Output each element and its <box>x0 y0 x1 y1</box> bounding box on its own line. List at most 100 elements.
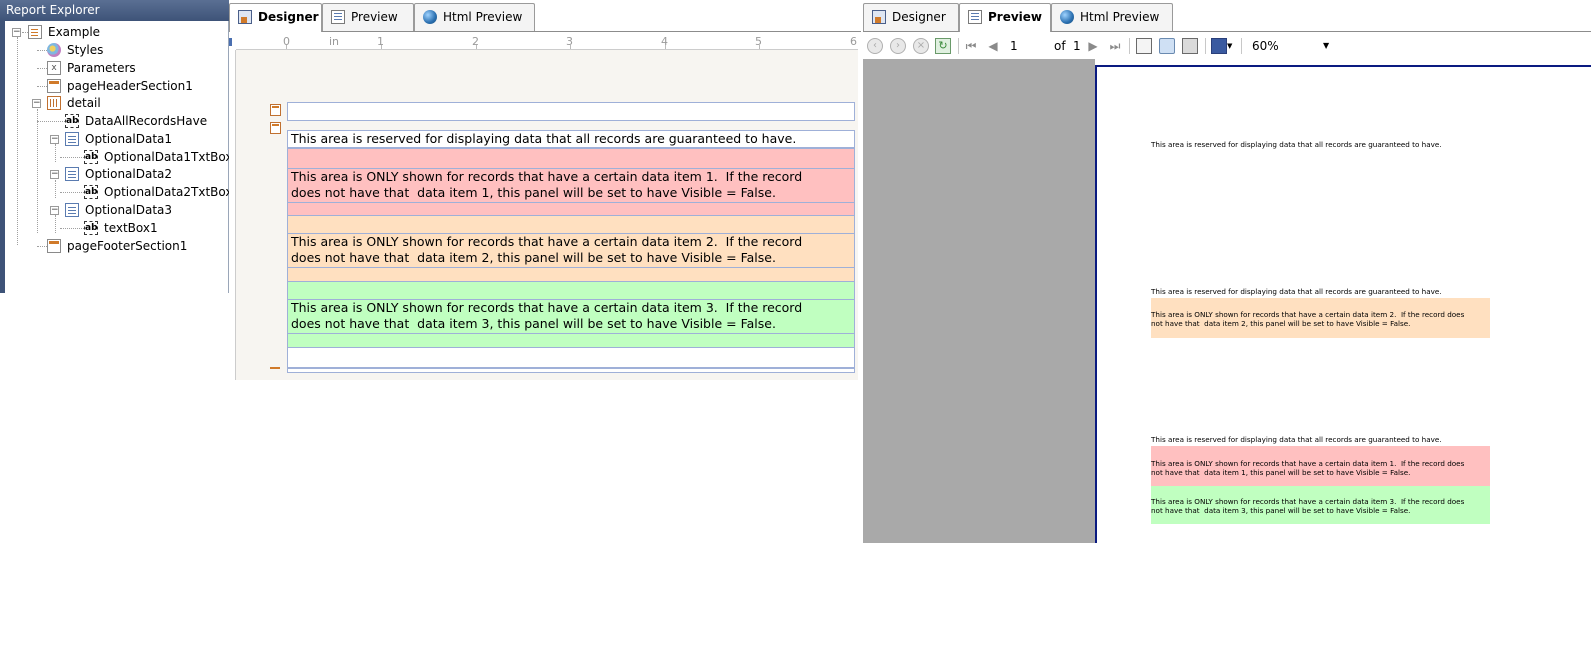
tree-item-label: OptionalData1TxtBox <box>104 150 233 164</box>
ruler-marker[interactable] <box>229 38 232 46</box>
optional-data1-textbox[interactable]: This area is ONLY shown for records that… <box>288 168 854 203</box>
data-all-records-textbox[interactable]: This area is reserved for displaying dat… <box>287 130 855 148</box>
prev-page-icon[interactable]: ◀ <box>985 38 1001 54</box>
detail-section-icon <box>47 96 61 110</box>
preview-toolbar: ‹ › × ↻ ⏮ ◀ ▶ ⏭ ▼ <box>863 33 1591 59</box>
collapse-optionaldata3-icon[interactable]: − <box>50 206 59 215</box>
chevron-down-icon[interactable]: ▼ <box>1323 36 1329 56</box>
textbox-icon: ab <box>84 150 98 164</box>
tree-item-label: Example <box>48 25 101 39</box>
styles-palette-icon <box>47 43 61 57</box>
record1-all-records-text: This area is reserved for displaying dat… <box>1151 140 1442 149</box>
record2-optional2-panel: This area is ONLY shown for records that… <box>1151 298 1490 338</box>
tree-line <box>60 157 84 158</box>
page-number-input[interactable]: 1 <box>1007 37 1047 55</box>
panel-icon <box>65 203 79 217</box>
tree-line <box>55 180 56 198</box>
record3-optional3-text: This area is ONLY shown for records that… <box>1151 497 1467 515</box>
tree-line <box>60 192 84 193</box>
page-header-section-icon[interactable] <box>270 104 281 116</box>
preview-background <box>863 59 1095 543</box>
tree-line <box>37 50 47 51</box>
tree-line <box>55 215 56 233</box>
tab-preview[interactable]: Preview <box>322 3 414 31</box>
book-icon[interactable] <box>1136 38 1152 54</box>
tab-label: Preview <box>988 10 1043 24</box>
page-footer-section-icon <box>47 239 61 253</box>
collapse-example-icon[interactable]: − <box>12 28 21 37</box>
tree-item-label: DataAllRecordsHave <box>85 114 208 128</box>
page-footer-section-icon[interactable] <box>270 367 280 369</box>
optional-data2-textbox[interactable]: This area is ONLY shown for records that… <box>288 233 854 268</box>
preview-icon <box>331 10 345 24</box>
detail-bottom-area[interactable] <box>287 348 855 368</box>
tree-item-label: textBox1 <box>104 221 158 235</box>
tab-designer-right[interactable]: Designer <box>863 3 959 31</box>
tree-item-label: detail <box>67 96 101 110</box>
ruler-number: 6 <box>850 35 857 48</box>
detail-section-icon[interactable] <box>270 122 281 134</box>
textbox-icon: ab <box>65 114 79 128</box>
record3-optional3-panel: This area is ONLY shown for records that… <box>1151 486 1490 524</box>
print-icon[interactable] <box>1182 38 1198 54</box>
ruler-tick <box>665 45 666 49</box>
toolbar-separator <box>958 38 959 54</box>
optional-data3-panel[interactable]: This area is ONLY shown for records that… <box>287 282 855 348</box>
tree-line <box>55 144 56 162</box>
stop-icon[interactable]: × <box>913 38 929 54</box>
globe-icon <box>1060 10 1074 24</box>
optional-data2-panel[interactable]: This area is ONLY shown for records that… <box>287 216 855 282</box>
page-total-label: 1 <box>1073 39 1081 53</box>
first-page-icon[interactable]: ⏮ <box>963 38 979 54</box>
refresh-icon[interactable]: ↻ <box>935 38 951 54</box>
optional-data3-textbox[interactable]: This area is ONLY shown for records that… <box>288 299 854 334</box>
last-page-icon[interactable]: ⏭ <box>1107 38 1123 54</box>
next-page-icon[interactable]: ▶ <box>1085 38 1101 54</box>
toolbar-separator <box>1241 38 1242 54</box>
record2-all-records-text: This area is reserved for displaying dat… <box>1151 287 1442 296</box>
save-icon[interactable] <box>1211 38 1227 54</box>
tab-preview-right[interactable]: Preview <box>959 3 1051 32</box>
tree-line <box>37 121 65 122</box>
back-icon[interactable]: ‹ <box>867 38 883 54</box>
tree-line <box>37 68 47 69</box>
collapse-detail-icon[interactable]: − <box>32 99 41 108</box>
designer-icon <box>872 10 886 24</box>
page-header-band[interactable] <box>287 102 855 121</box>
record2-optional2-text: This area is ONLY shown for records that… <box>1151 310 1467 328</box>
optional2-text: This area is ONLY shown for records that… <box>291 234 807 265</box>
tab-html-preview[interactable]: Html Preview <box>414 3 535 31</box>
tree-line <box>60 228 84 229</box>
report-explorer-title: Report Explorer <box>0 0 229 21</box>
panel-icon <box>65 132 79 146</box>
tab-html-preview-right[interactable]: Html Preview <box>1051 3 1173 31</box>
tree-item-label: Styles <box>67 43 104 57</box>
record3-optional1-text: This area is ONLY shown for records that… <box>1151 459 1467 477</box>
tree-line <box>17 37 18 245</box>
textbox-icon: ab <box>84 221 98 235</box>
collapse-optionaldata1-icon[interactable]: − <box>50 135 59 144</box>
tab-label: Preview <box>351 10 398 24</box>
panel-icon <box>65 167 79 181</box>
tab-label: Designer <box>258 10 319 24</box>
tree-item-label: OptionalData1 <box>85 132 173 146</box>
ruler-tick <box>381 45 382 49</box>
zoom-icon[interactable] <box>1159 38 1175 54</box>
tab-label: Designer <box>892 10 946 24</box>
page-footer-band[interactable] <box>287 368 855 373</box>
page-header-section-icon <box>47 79 61 93</box>
tree-line <box>37 246 47 247</box>
ruler-tick <box>286 45 287 49</box>
globe-icon <box>423 10 437 24</box>
preview-icon <box>968 10 982 24</box>
collapse-optionaldata2-icon[interactable]: − <box>50 170 59 179</box>
vertical-ruler <box>229 50 236 380</box>
optional-data1-panel[interactable]: This area is ONLY shown for records that… <box>287 148 855 216</box>
save-dropdown-icon[interactable]: ▼ <box>1227 38 1235 54</box>
tree-item-label: Parameters <box>67 61 136 75</box>
tab-label: Html Preview <box>443 10 523 24</box>
forward-icon[interactable]: › <box>890 38 906 54</box>
tab-designer[interactable]: Designer <box>229 3 322 32</box>
toolbar-separator <box>1129 38 1130 54</box>
designer-icon <box>238 10 252 24</box>
